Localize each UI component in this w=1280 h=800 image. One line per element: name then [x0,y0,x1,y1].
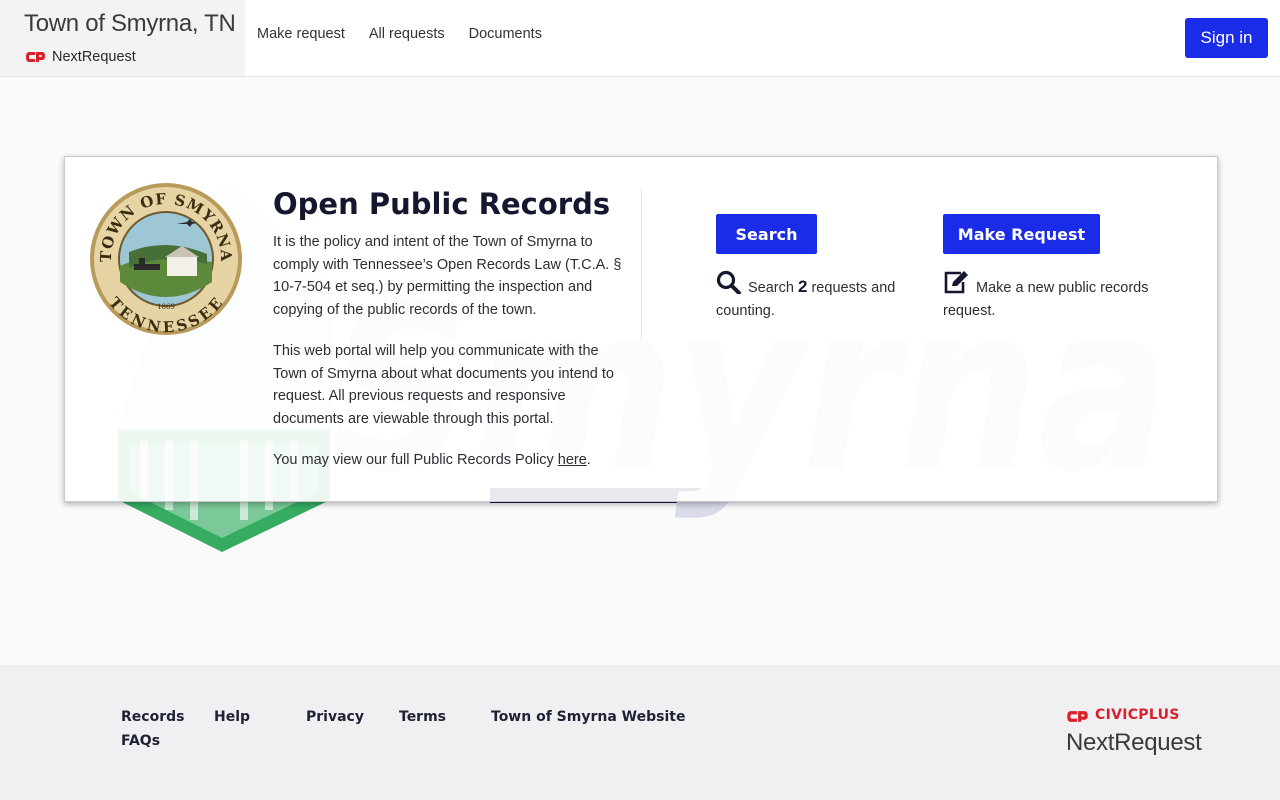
site-footer: Records Help Privacy Terms Town of Smyrn… [0,665,1280,800]
footer-link-records[interactable]: Records [121,709,184,725]
nav-all-requests[interactable]: All requests [369,26,445,42]
search-desc-prefix: Search [748,280,798,296]
nav-make-request[interactable]: Make request [257,26,345,42]
search-button[interactable]: Search [716,214,817,254]
nextrequest-logo-icon [26,52,45,62]
footer-link-terms[interactable]: Terms [399,709,446,725]
footer-link-town-website[interactable]: Town of Smyrna Website [491,709,685,725]
footer-link-help[interactable]: Help [214,709,250,725]
page-title: Open Public Records [273,187,611,221]
search-icon [716,270,741,295]
nextrequest-brand: NextRequest [25,49,136,65]
policy-link-paragraph: You may view our full Public Records Pol… [273,449,635,472]
seal-year: 1869 [157,303,175,311]
nextrequest-label: NextRequest [52,49,136,65]
nav-documents[interactable]: Documents [469,26,542,42]
policy-link-prefix: You may view our full Public Records Pol… [273,452,558,468]
make-request-description: Make a new public records request. [943,270,1168,322]
footer-link-privacy[interactable]: Privacy [306,709,364,725]
edit-icon [944,271,968,294]
card-divider [641,189,642,339]
policy-paragraph: It is the policy and intent of the Town … [273,234,622,318]
make-request-desc: Make a new public records request. [943,280,1149,319]
policy-link-suffix: . [586,452,591,468]
policy-here-link[interactable]: here [558,452,587,468]
open-records-card: TOWN OF SMYRNA TENNESSEE 1869 Open Publi… [64,156,1218,502]
card-description: It is the policy and intent of the Town … [273,231,635,491]
civicplus-label: CIVICPLUS [1095,707,1180,723]
portal-paragraph: This web portal will help you communicat… [273,343,614,427]
main-nav: Make request All requests Documents [257,26,542,42]
sign-in-button[interactable]: Sign in [1185,18,1268,58]
footer-nextrequest-label: NextRequest [1066,729,1202,756]
search-description: Search 2 requests and counting. [716,270,911,322]
search-action: Search Search 2 requests and counting. [716,214,911,322]
civicplus-logo-icon [1067,711,1088,722]
footer-link-faqs[interactable]: FAQs [121,733,160,749]
site-title[interactable]: Town of Smyrna, TN [24,10,236,38]
make-request-action: Make Request Make a new public records r… [943,214,1168,322]
brand-block[interactable]: Town of Smyrna, TN NextRequest [0,0,245,76]
make-request-button[interactable]: Make Request [943,214,1100,254]
town-seal-logo: TOWN OF SMYRNA TENNESSEE 1869 [90,183,242,336]
top-navbar: Town of Smyrna, TN NextRequest Make requ… [0,0,1280,77]
